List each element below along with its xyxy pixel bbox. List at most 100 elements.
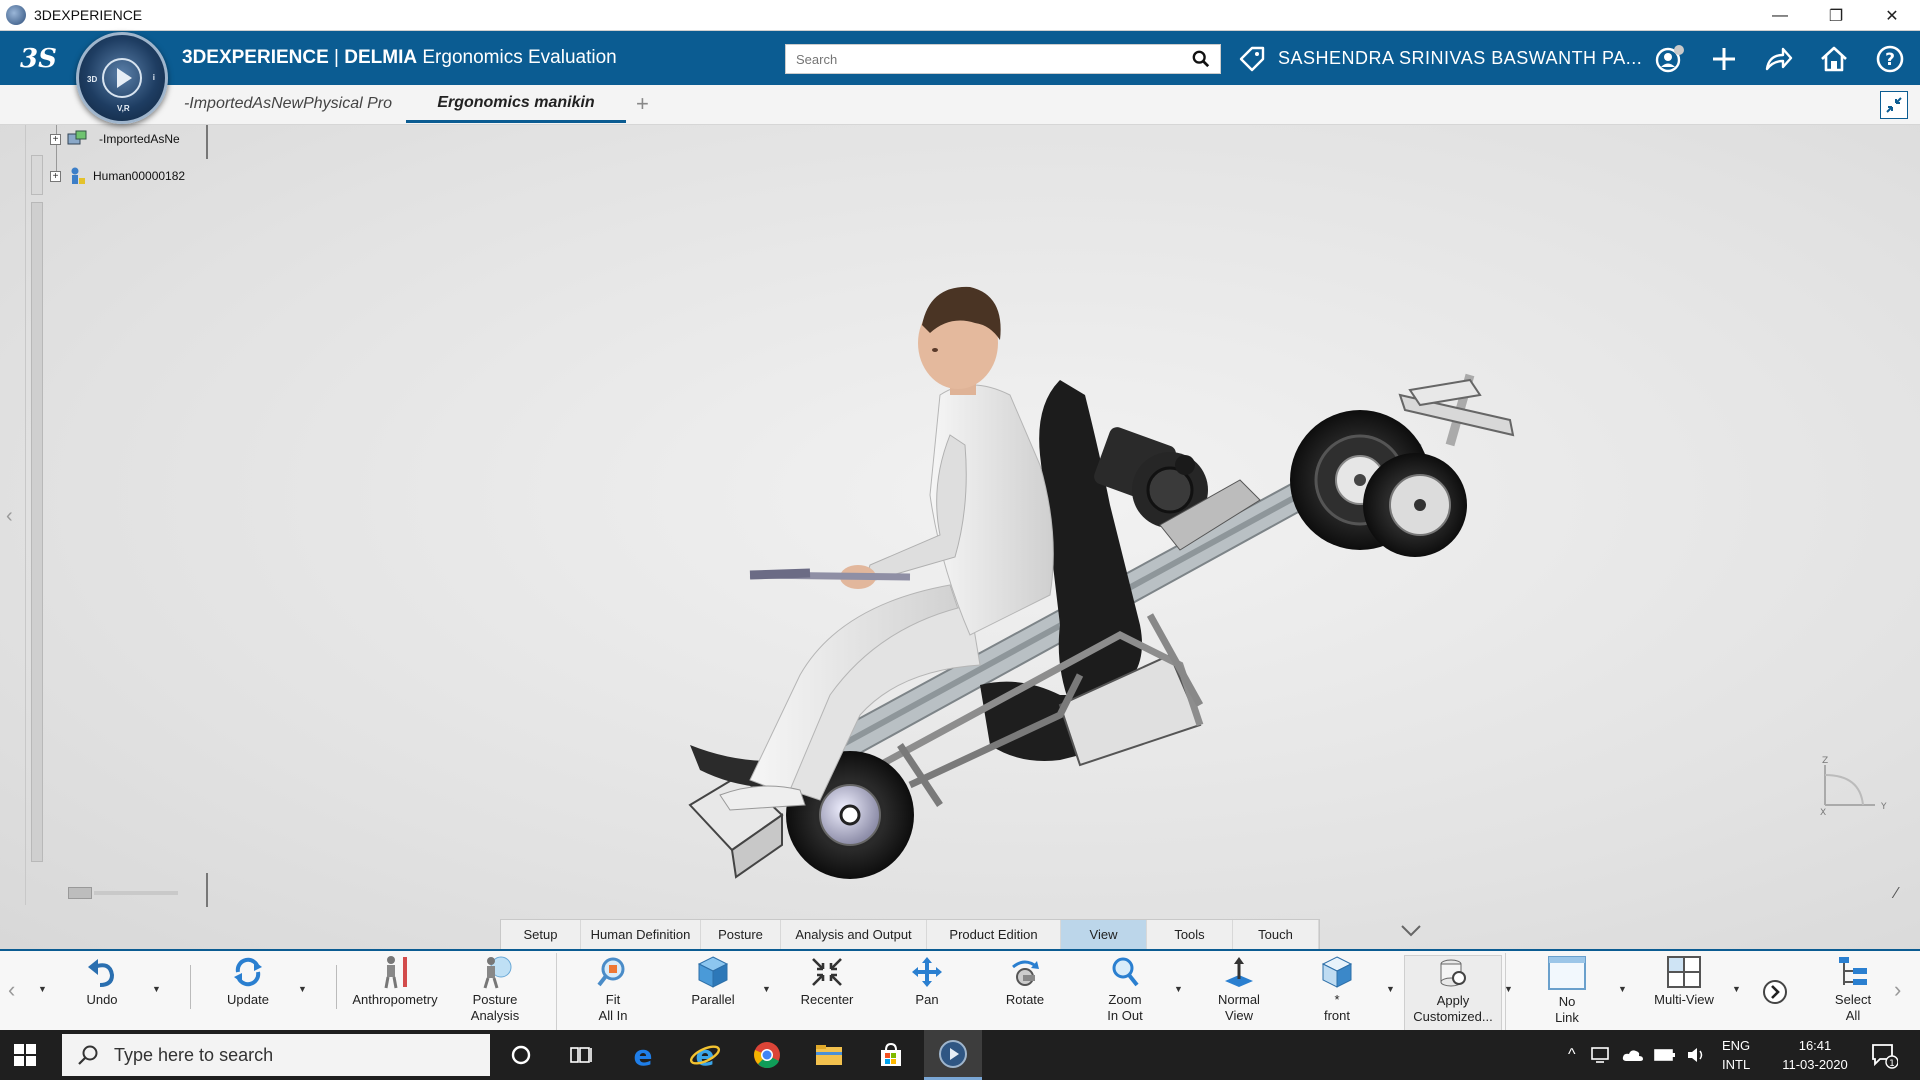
home-icon[interactable]	[1818, 43, 1850, 75]
tree-item-human[interactable]: + Human00000182	[50, 166, 185, 186]
close-icon[interactable]: ✕	[1864, 0, 1920, 31]
dropdown-arrow-icon[interactable]: ▼	[1618, 984, 1627, 994]
3d-viewport[interactable]: + -ImportedAsNe + Human00000182 ‹ Z X Y …	[0, 125, 1920, 949]
apply-customized-view-button[interactable]: Apply Customized...	[1404, 955, 1502, 1031]
compass-widget[interactable]: 3D i V,R	[76, 32, 168, 124]
dropdown-arrow-icon[interactable]: ▼	[762, 984, 771, 994]
edge-browser-icon[interactable]: e	[614, 1030, 672, 1080]
panel-collapse-icon[interactable]: ‹	[6, 505, 13, 528]
search-icon	[78, 1045, 98, 1065]
notification-center-icon[interactable]: 1	[1870, 1030, 1898, 1080]
robot-icon[interactable]: ⁄	[1895, 885, 1898, 903]
scroll-right-icon[interactable]: ›	[1894, 977, 1901, 1003]
help-icon[interactable]: ?	[1874, 43, 1906, 75]
battery-icon[interactable]	[1653, 1048, 1676, 1062]
recenter-button[interactable]: Recenter	[792, 955, 862, 1031]
3dexperience-taskbar-icon[interactable]	[924, 1030, 982, 1080]
dropdown-arrow-icon[interactable]: ▼	[1386, 984, 1395, 994]
tab-setup[interactable]: Setup	[501, 920, 581, 949]
play-icon[interactable]	[102, 58, 142, 98]
store-icon[interactable]	[862, 1030, 920, 1080]
search-icon[interactable]	[1192, 50, 1210, 68]
svg-text:Z: Z	[1822, 756, 1828, 766]
fit-all-in-icon	[597, 957, 625, 987]
tree-separator	[206, 125, 208, 159]
axis-triad[interactable]: Z X Y	[1815, 755, 1895, 815]
parallel-button[interactable]: Parallel	[678, 955, 748, 1031]
app-header: 3S 3DEXPERIENCE | DELMIA Ergonomics Eval…	[0, 31, 1920, 85]
tree-scrollbar[interactable]	[31, 202, 43, 862]
fit-all-in-button[interactable]: Fit All In	[578, 955, 648, 1031]
internet-explorer-icon[interactable]: e	[676, 1030, 734, 1080]
minimize-icon[interactable]: —	[1752, 0, 1808, 31]
tree-item-imported[interactable]: + -ImportedAsNe	[50, 130, 180, 148]
tab-analysis-output[interactable]: Analysis and Output	[781, 920, 927, 949]
task-view-icon[interactable]	[552, 1030, 610, 1080]
tab-human-definition[interactable]: Human Definition	[581, 920, 701, 949]
language-indicator[interactable]: ENG INTL	[1722, 1030, 1750, 1080]
dropdown-arrow-icon[interactable]: ▼	[1732, 984, 1741, 994]
tab-posture[interactable]: Posture	[701, 920, 781, 949]
fullscreen-toggle-icon[interactable]	[1880, 91, 1908, 119]
posture-analysis-button[interactable]: Posture Analysis	[460, 955, 530, 1031]
select-all-button[interactable]: Select All	[1818, 955, 1888, 1031]
tab-touch[interactable]: Touch	[1233, 920, 1319, 949]
dropdown-arrow-icon[interactable]: ▼	[38, 984, 47, 994]
window-title: 3DEXPERIENCE	[34, 7, 143, 23]
taskbar-search-box[interactable]: Type here to search	[62, 1034, 490, 1076]
user-name[interactable]: SASHENDRA SRINIVAS BASWANTH PA...	[1278, 48, 1642, 69]
normal-view-button[interactable]: Normal View	[1204, 955, 1274, 1031]
recenter-icon	[812, 958, 842, 986]
system-tray: ^	[1568, 1030, 1708, 1080]
chrome-icon[interactable]	[738, 1030, 796, 1080]
share-icon[interactable]	[1762, 43, 1794, 75]
chevron-down-icon[interactable]	[1400, 922, 1422, 943]
multi-view-button[interactable]: Multi-View	[1644, 955, 1724, 1031]
volume-icon[interactable]	[1686, 1046, 1708, 1064]
add-tab-icon[interactable]: +	[636, 91, 649, 117]
windows-taskbar: Type here to search e e ^ ENG INTL 16:41…	[0, 1030, 1920, 1080]
app-logo-icon	[6, 5, 26, 25]
dropdown-arrow-icon[interactable]: ▼	[1504, 984, 1513, 994]
zoom-icon	[1112, 957, 1139, 987]
anthropometry-button[interactable]: Anthropometry	[350, 955, 440, 1031]
tab-ergonomics-manikin[interactable]: Ergonomics manikin	[406, 85, 626, 123]
tab-imported-physical[interactable]: -ImportedAsNewPhysical Pro	[178, 85, 398, 123]
add-icon[interactable]	[1708, 43, 1740, 75]
network-icon[interactable]	[1590, 1046, 1612, 1064]
front-view-button[interactable]: * front	[1302, 955, 1372, 1031]
clock[interactable]: 16:41 11-03-2020	[1770, 1030, 1860, 1080]
restore-window-icon[interactable]: ❐	[1808, 0, 1864, 31]
tab-view[interactable]: View	[1061, 920, 1147, 949]
tab-product-edition[interactable]: Product Edition	[927, 920, 1061, 949]
no-link-button[interactable]: No Link	[1532, 955, 1602, 1031]
app-title: 3DEXPERIENCE | DELMIA Ergonomics Evaluat…	[182, 47, 617, 68]
tree-scrollbar-top[interactable]	[31, 155, 43, 195]
show-hidden-icons-icon[interactable]: ^	[1568, 1046, 1576, 1064]
update-icon	[234, 957, 262, 987]
scroll-left-icon[interactable]: ‹	[8, 977, 15, 1003]
cortana-icon[interactable]	[492, 1030, 550, 1080]
undo-button[interactable]: Undo	[72, 955, 132, 1031]
search-input[interactable]	[786, 45, 1176, 73]
anthropometry-icon	[384, 956, 407, 989]
dropdown-arrow-icon[interactable]: ▼	[152, 984, 161, 994]
tree-expand-icon[interactable]: +	[50, 133, 61, 145]
file-explorer-icon[interactable]	[800, 1030, 858, 1080]
zoom-in-out-button[interactable]: Zoom In Out	[1090, 955, 1160, 1031]
dropdown-arrow-icon[interactable]: ▼	[1174, 984, 1183, 994]
community-user-icon[interactable]	[1654, 43, 1686, 75]
tab-tools[interactable]: Tools	[1147, 920, 1233, 949]
onedrive-cloud-icon[interactable]	[1622, 1048, 1644, 1062]
rotate-button[interactable]: Rotate	[990, 955, 1060, 1031]
manikin-wheelchair-model[interactable]	[640, 205, 1540, 925]
action-bar-tabs: Setup Human Definition Posture Analysis …	[500, 919, 1320, 949]
dropdown-arrow-icon[interactable]: ▼	[298, 984, 307, 994]
windows-start-icon[interactable]	[14, 1044, 36, 1066]
pan-button[interactable]: Pan	[892, 955, 962, 1031]
tree-horizontal-scrollbar[interactable]	[68, 887, 180, 899]
os-title-bar: 3DEXPERIENCE — ❐ ✕	[0, 0, 1920, 31]
tag-icon[interactable]	[1238, 45, 1266, 73]
update-button[interactable]: Update	[218, 955, 278, 1031]
tree-expand-icon[interactable]: +	[50, 170, 61, 182]
